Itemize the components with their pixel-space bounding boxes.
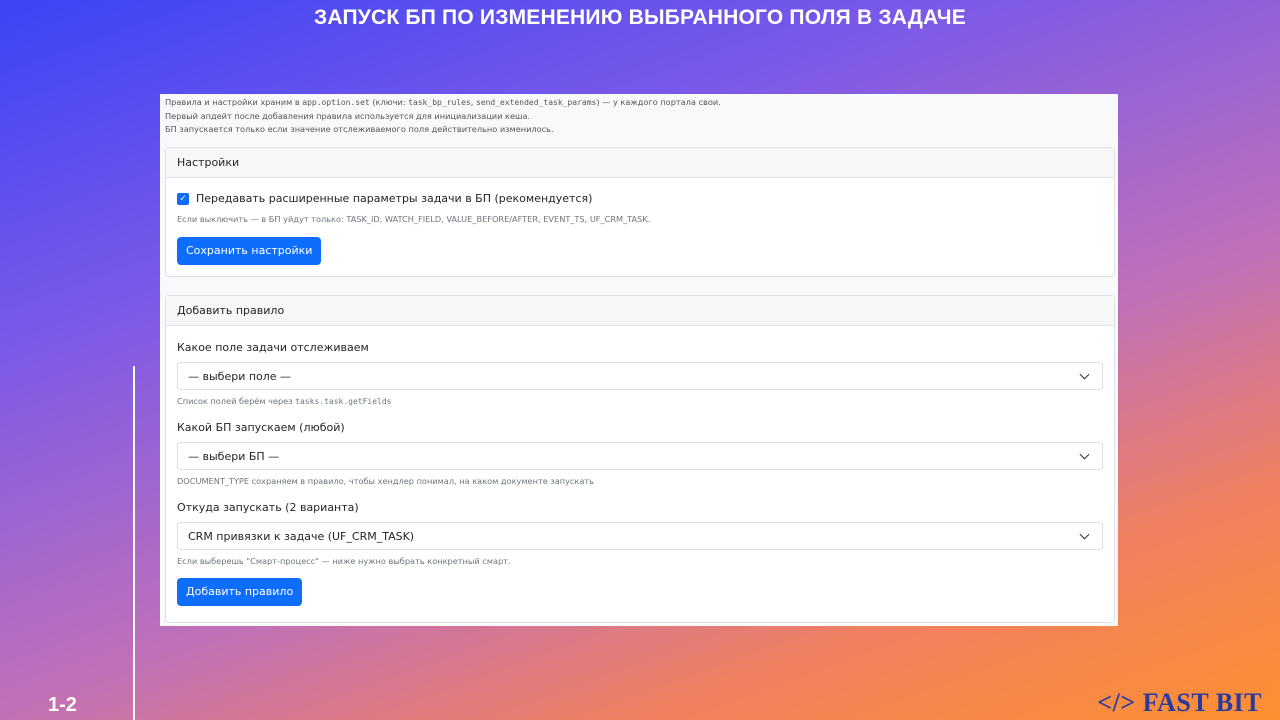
code: task_bp_rules xyxy=(408,98,471,107)
field-select[interactable]: — выбери поле — xyxy=(177,362,1103,390)
settings-help: Если выключить — в БП уйдут только: TASK… xyxy=(177,214,651,224)
slide-number: 1-2 xyxy=(48,694,77,716)
app-screenshot: Правила и настройки храним в app.option.… xyxy=(160,94,1118,626)
extended-params-checkbox-row[interactable]: ✓ Передавать расширенные параметры задач… xyxy=(177,192,1103,205)
source-help: Если выберешь "Смарт-процесс" — ниже нуж… xyxy=(177,556,511,566)
text: (ключи: xyxy=(369,97,409,107)
intro-line-3: БП запускается только если значение отсл… xyxy=(165,124,554,134)
bp-label: Какой БП запускаем (любой) xyxy=(177,421,345,434)
text: Правила и настройки храним в xyxy=(165,97,303,107)
source-label: Откуда запускать (2 варианта) xyxy=(177,501,359,514)
fast-bit-logo: </> FAST BIT xyxy=(1097,688,1262,717)
source-select[interactable]: CRM привязки к задаче (UF_CRM_TASK) xyxy=(177,522,1103,550)
field-help: Список полей берём через tasks.task.getF… xyxy=(177,396,1103,406)
intro-text: Правила и настройки храним в app.option.… xyxy=(160,94,1118,137)
text: Список полей берём через xyxy=(177,396,296,406)
add-rule-header: Добавить правило xyxy=(166,296,1114,326)
code: send_extended_task_params xyxy=(475,98,597,107)
slide-title: ЗАПУСК БП ПО ИЗМЕНЕНИЮ ВЫБРАННОГО ПОЛЯ В… xyxy=(314,6,966,29)
settings-header: Настройки xyxy=(166,148,1114,178)
settings-card: Настройки ✓ Передавать расширенные парам… xyxy=(165,147,1115,277)
chevron-down-icon xyxy=(1079,529,1090,539)
code: app.option.set xyxy=(302,98,370,107)
save-settings-button[interactable]: Сохранить настройки xyxy=(177,237,322,265)
add-rule-card: Добавить правило Какое поле задачи отсле… xyxy=(165,295,1115,623)
chevron-down-icon xyxy=(1079,449,1090,459)
intro-line-1: Правила и настройки храним в app.option.… xyxy=(165,96,1113,110)
checkbox-label: Передавать расширенные параметры задачи … xyxy=(196,192,593,205)
bp-help: DOCUMENT_TYPE сохраняем в правило, чтобы… xyxy=(177,476,594,486)
field-label: Какое поле задачи отслеживаем xyxy=(177,341,369,354)
field-select-value: — выбери поле — xyxy=(188,369,292,383)
code: tasks.task.getFields xyxy=(295,397,392,406)
checkbox-checked-icon[interactable]: ✓ xyxy=(177,192,189,205)
text: ) — у каждого портала свои. xyxy=(596,97,721,107)
bp-select[interactable]: — выбери БП — xyxy=(177,442,1103,470)
add-rule-button[interactable]: Добавить правило xyxy=(177,578,303,606)
chevron-down-icon xyxy=(1079,369,1090,379)
source-select-value: CRM привязки к задаче (UF_CRM_TASK) xyxy=(188,529,415,543)
divider-line xyxy=(133,366,135,720)
intro-line-2: Первый апдейт после добавления правила и… xyxy=(165,110,531,121)
bp-select-value: — выбери БП — xyxy=(188,449,280,463)
